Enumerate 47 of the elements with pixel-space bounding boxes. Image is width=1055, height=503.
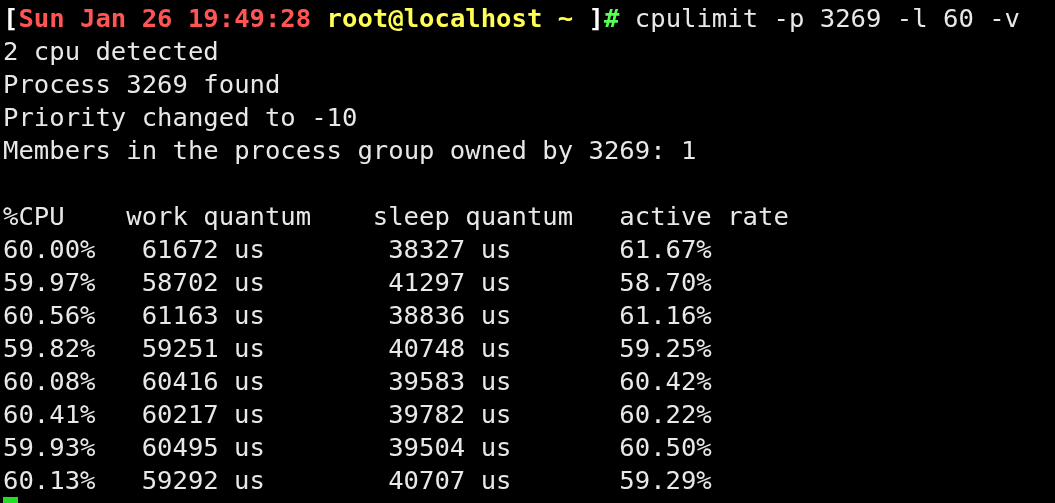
- column-header: %CPU: [3, 201, 65, 231]
- column-header: active rate: [619, 201, 789, 231]
- table-cell: 59.29%: [619, 465, 712, 495]
- output-line: Priority changed to -10: [3, 102, 358, 132]
- table-cell: 58.70%: [619, 267, 712, 297]
- table-cell: 38836 us: [388, 300, 512, 330]
- table-cell: 40707 us: [388, 465, 512, 495]
- table-cell: 61163 us: [141, 300, 265, 330]
- table-cell: 59.97%: [3, 267, 96, 297]
- prompt-user-host: root@localhost ~: [326, 2, 574, 35]
- table-cell: 59251 us: [141, 333, 265, 363]
- column-header: sleep quantum: [372, 201, 574, 231]
- table-cell: 59.93%: [3, 432, 96, 462]
- table-cell: 60.42%: [619, 366, 712, 396]
- table-cell: 61.16%: [619, 300, 712, 330]
- table-cell: 58702 us: [141, 267, 265, 297]
- prompt-time: Sun Jan 26 19:49:28: [18, 2, 312, 35]
- table-cell: 60.50%: [619, 432, 712, 462]
- prompt-symbol: #: [604, 2, 620, 35]
- table-cell: 40748 us: [388, 333, 512, 363]
- table-cell: 60495 us: [141, 432, 265, 462]
- output-line: 2 cpu detected: [3, 36, 219, 66]
- table-cell: 59.25%: [619, 333, 712, 363]
- output-line: Process 3269 found: [3, 69, 281, 99]
- table-cell: 60.56%: [3, 300, 96, 330]
- table-cell: 60.41%: [3, 399, 96, 429]
- cursor: [3, 497, 19, 503]
- table-cell: 39583 us: [388, 366, 512, 396]
- table-cell: 60.08%: [3, 366, 96, 396]
- table-cell: 60.00%: [3, 234, 96, 264]
- table-cell: 41297 us: [388, 267, 512, 297]
- command-text: cpulimit -p 3269 -l 60 -v: [634, 2, 1021, 35]
- table-cell: 38327 us: [388, 234, 512, 264]
- table-cell: 61.67%: [619, 234, 712, 264]
- column-header: work quantum: [126, 201, 312, 231]
- table-cell: 60.13%: [3, 465, 96, 495]
- prompt-bracket: [: [3, 2, 19, 35]
- output-line: Members in the process group owned by 3269: 1: [3, 135, 697, 165]
- table-cell: 60217 us: [141, 399, 265, 429]
- table-cell: 39782 us: [388, 399, 512, 429]
- table-cell: 60.22%: [619, 399, 712, 429]
- table-cell: 59292 us: [141, 465, 265, 495]
- prompt-bracket: ]: [588, 2, 604, 35]
- table-cell: 60416 us: [141, 366, 265, 396]
- table-cell: 59.82%: [3, 333, 96, 363]
- table-cell: 39504 us: [388, 432, 512, 462]
- table-cell: 61672 us: [141, 234, 265, 264]
